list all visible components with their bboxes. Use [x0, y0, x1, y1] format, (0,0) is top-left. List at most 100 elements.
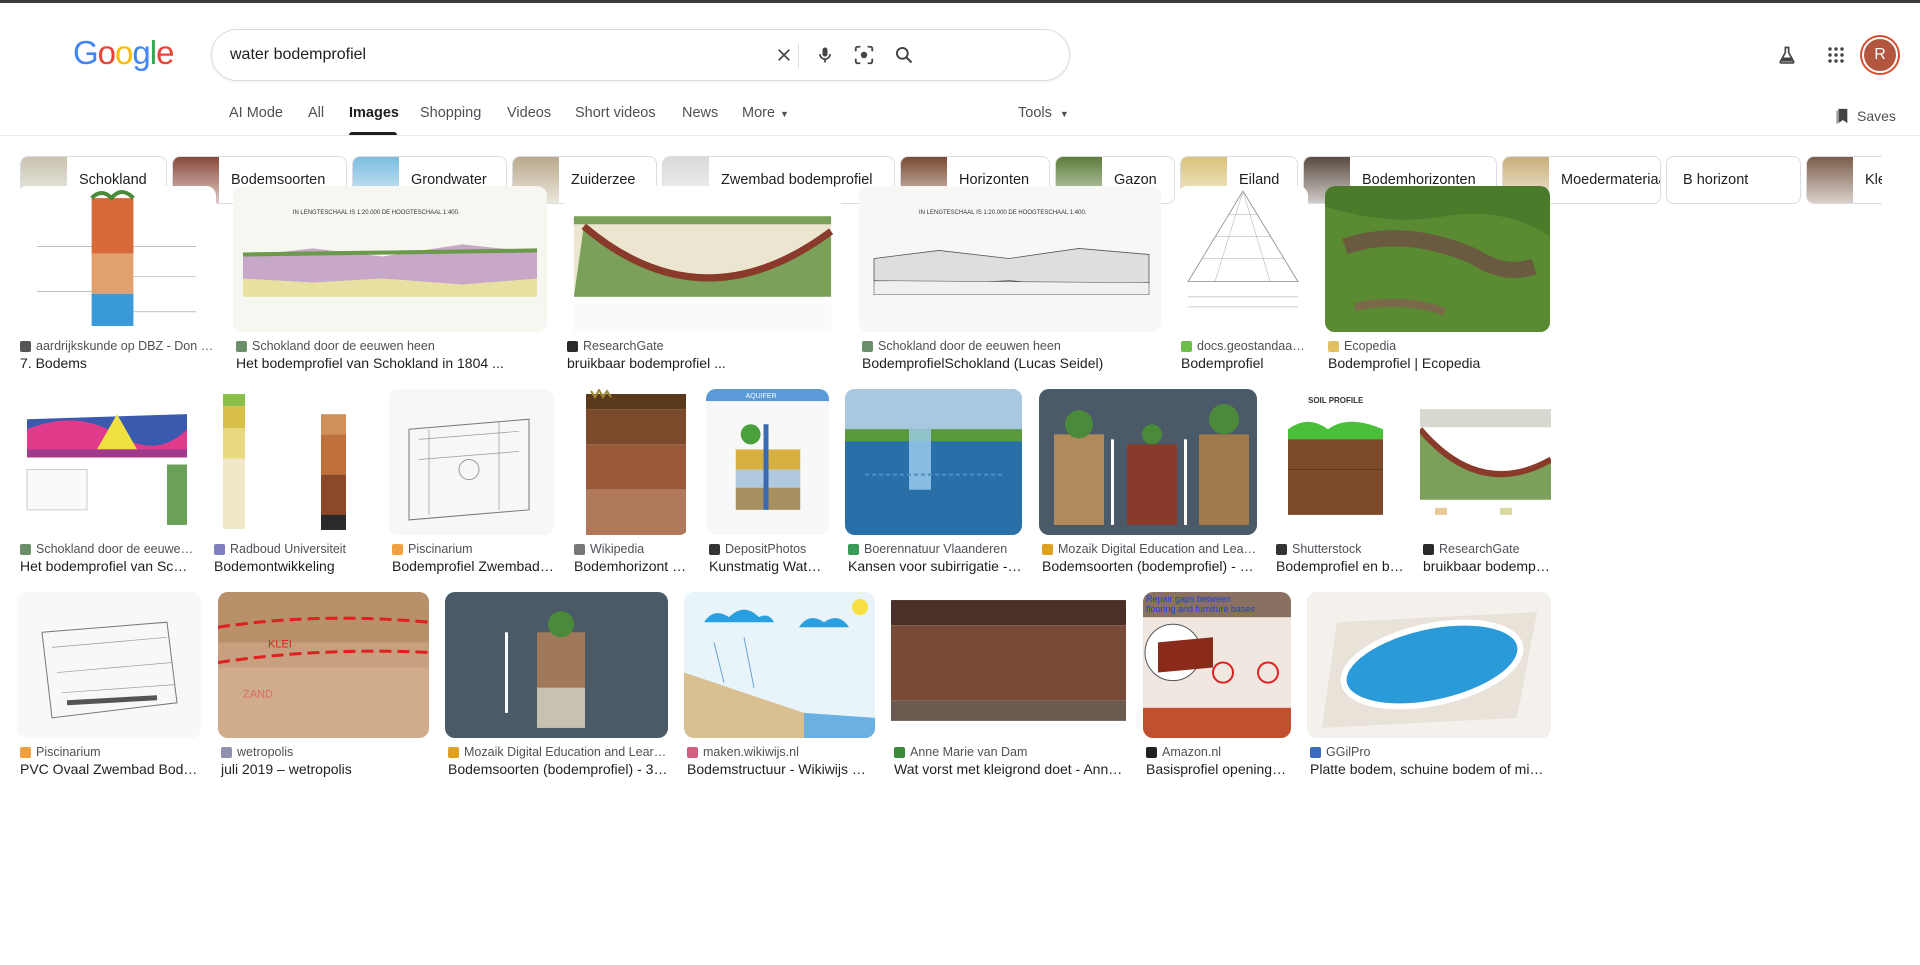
result-thumbnail[interactable]	[845, 389, 1022, 535]
result-source[interactable]: GGilPro	[1310, 745, 1551, 759]
tab-more[interactable]: More ▼	[742, 105, 789, 121]
result-thumbnail[interactable]: IN LENGTESCHAAL IS 1:20.000 DE HOOGTESCH…	[233, 186, 547, 332]
chip-kle[interactable]: Kle	[1806, 156, 1882, 204]
chip-b-horizont[interactable]: B horizont	[1666, 156, 1801, 204]
result-title[interactable]: bruikbaar bodemprofiel ...	[567, 355, 841, 371]
tab-videos[interactable]: Videos	[507, 105, 551, 121]
result-title[interactable]: Basisprofiel openingspro...	[1146, 761, 1291, 777]
result-title[interactable]: 7. Bodems	[20, 355, 216, 371]
saves-button[interactable]: Saves	[1835, 108, 1896, 124]
result-source[interactable]: Radboud Universiteit	[214, 542, 373, 556]
result-source[interactable]: Mozaik Digital Education and Learning - …	[1042, 542, 1257, 556]
image-result[interactable]: IN LENGTESCHAAL IS 1:20.000 DE HOOGTESCH…	[859, 186, 1161, 375]
result-thumbnail[interactable]	[1178, 186, 1308, 332]
result-source[interactable]: Piscinarium	[392, 542, 554, 556]
result-title[interactable]: Kansen voor subirrigatie - Boe...	[848, 558, 1022, 574]
result-title[interactable]: BodemprofielSchokland (Lucas Seidel)	[862, 355, 1161, 371]
image-result[interactable]: Piscinarium PVC Ovaal Zwembad Bodempr...	[17, 592, 201, 781]
result-source[interactable]: Shutterstock	[1276, 542, 1404, 556]
result-source[interactable]: Amazon.nl	[1146, 745, 1291, 759]
image-result[interactable]: Boerennatuur Vlaanderen Kansen voor subir…	[845, 389, 1022, 578]
microphone-icon[interactable]	[813, 43, 837, 67]
tools-button[interactable]: Tools ▼	[1018, 105, 1069, 121]
result-source[interactable]: wetropolis	[221, 745, 429, 759]
result-title[interactable]: Bodemsoorten (bodemprofiel) - 3D-sc...	[1042, 558, 1257, 574]
result-thumbnail[interactable]	[389, 389, 554, 535]
account-avatar[interactable]: R	[1862, 37, 1898, 73]
result-thumbnail[interactable]	[1307, 592, 1551, 738]
result-title[interactable]: Het bodemprofiel van Schokland ...	[20, 558, 195, 574]
result-source[interactable]: ResearchGate	[567, 339, 841, 353]
result-title[interactable]: Bodemsoorten (bodemprofiel) - 3D-scè...	[448, 761, 668, 777]
tab-shopping[interactable]: Shopping	[420, 105, 481, 121]
result-thumbnail[interactable]: SOIL PROFILE	[1273, 389, 1404, 535]
search-icon[interactable]	[892, 43, 916, 67]
result-thumbnail[interactable]	[571, 389, 689, 535]
image-result[interactable]: Schokland door de eeuwen heen Het bodempr…	[17, 389, 195, 578]
result-source[interactable]: docs.geostandaarden.nl	[1181, 339, 1308, 353]
result-thumbnail[interactable]: IN LENGTESCHAAL IS 1:20.000 DE HOOGTESCH…	[859, 186, 1161, 332]
result-source[interactable]: Anne Marie van Dam	[894, 745, 1126, 759]
result-title[interactable]: bruikbaar bodemprofi...	[1423, 558, 1551, 574]
search-box[interactable]	[211, 29, 1070, 81]
result-thumbnail[interactable]: KLEIZAND	[218, 592, 429, 738]
result-title[interactable]: Bodemprofiel Zwembadbev...	[392, 558, 554, 574]
image-result[interactable]: Radboud Universiteit Bodemontwikkeling	[211, 389, 373, 578]
image-result[interactable]: Mozaik Digital Education and Learning - …	[1039, 389, 1257, 578]
result-source[interactable]: Piscinarium	[20, 745, 201, 759]
tab-news[interactable]: News	[682, 105, 718, 121]
result-title[interactable]: Bodemprofiel | Ecopedia	[1328, 355, 1550, 371]
image-result[interactable]: AQUIFER DepositPhotos Kunstmatig Water ...	[706, 389, 829, 578]
image-result[interactable]: maken.wikiwijs.nl Bodemstructuur - Wikiwi…	[684, 592, 875, 781]
image-result[interactable]: Ecopedia Bodemprofiel | Ecopedia	[1325, 186, 1550, 375]
image-result[interactable]: Piscinarium Bodemprofiel Zwembadbev...	[389, 389, 554, 578]
result-source[interactable]: Wikipedia	[574, 542, 689, 556]
image-result[interactable]: KLEIZAND wetropolis juli 2019 – wetropolis	[218, 592, 429, 781]
result-title[interactable]: Bodemhorizont - ...	[574, 558, 689, 574]
result-thumbnail[interactable]	[1325, 186, 1550, 332]
google-logo[interactable]: Google	[73, 34, 174, 72]
image-result[interactable]: docs.geostandaarden.nl Bodemprofiel	[1178, 186, 1308, 375]
result-source[interactable]: Schokland door de eeuwen heen	[20, 542, 195, 556]
result-source[interactable]: maken.wikiwijs.nl	[687, 745, 875, 759]
tab-ai-mode[interactable]: AI Mode	[229, 105, 283, 121]
image-result[interactable]: Wikipedia Bodemhorizont - ...	[571, 389, 689, 578]
result-source[interactable]: Ecopedia	[1328, 339, 1550, 353]
result-thumbnail[interactable]: Repair gaps between flooring and furnitur…	[1143, 592, 1291, 738]
result-thumbnail[interactable]	[445, 592, 668, 738]
result-thumbnail[interactable]	[684, 592, 875, 738]
result-thumbnail[interactable]	[211, 389, 373, 535]
result-source[interactable]: DepositPhotos	[709, 542, 829, 556]
result-title[interactable]: Bodemontwikkeling	[214, 558, 373, 574]
apps-grid-icon[interactable]	[1824, 43, 1848, 67]
result-source[interactable]: aardrijkskunde op DBZ - Don Boscoc...	[20, 339, 216, 353]
image-result[interactable]: ResearchGate bruikbaar bodemprofi...	[1420, 389, 1551, 578]
result-thumbnail[interactable]	[1039, 389, 1257, 535]
result-thumbnail[interactable]	[17, 186, 216, 332]
result-thumbnail[interactable]	[17, 389, 195, 535]
image-result[interactable]: Repair gaps between flooring and furnitur…	[1143, 592, 1291, 781]
result-title[interactable]: Bodemprofiel	[1181, 355, 1308, 371]
tab-images[interactable]: Images	[349, 105, 399, 121]
result-title[interactable]: Kunstmatig Water ...	[709, 558, 829, 574]
image-result[interactable]: aardrijkskunde op DBZ - Don Boscoc... 7. …	[17, 186, 216, 375]
result-thumbnail[interactable]: AQUIFER	[706, 389, 829, 535]
tab-short-videos[interactable]: Short videos	[575, 105, 656, 121]
image-result[interactable]: Anne Marie van Dam Wat vorst met kleigron…	[891, 592, 1126, 781]
image-result[interactable]: SOIL PROFILE Shutterstock Bodemprofiel en …	[1273, 389, 1404, 578]
clear-icon[interactable]	[772, 43, 796, 67]
lens-icon[interactable]	[852, 43, 876, 67]
result-title[interactable]: Bodemprofiel en bod...	[1276, 558, 1404, 574]
result-thumbnail[interactable]	[891, 592, 1126, 738]
image-result[interactable]: ResearchGate bruikbaar bodemprofiel ...	[564, 186, 841, 375]
result-title[interactable]: juli 2019 – wetropolis	[221, 761, 429, 777]
result-source[interactable]: Boerennatuur Vlaanderen	[848, 542, 1022, 556]
result-title[interactable]: Het bodemprofiel van Schokland in 1804 .…	[236, 355, 547, 371]
tab-all[interactable]: All	[308, 105, 324, 121]
image-result[interactable]: GGilPro Platte bodem, schuine bodem of mi…	[1307, 592, 1551, 781]
result-thumbnail[interactable]	[17, 592, 201, 738]
image-result[interactable]: Mozaik Digital Education and Learning - …	[445, 592, 668, 781]
image-result[interactable]: IN LENGTESCHAAL IS 1:20.000 DE HOOGTESCH…	[233, 186, 547, 375]
result-title[interactable]: Wat vorst met kleigrond doet - Anne ...	[894, 761, 1126, 777]
result-source[interactable]: Mozaik Digital Education and Learning - …	[448, 745, 668, 759]
